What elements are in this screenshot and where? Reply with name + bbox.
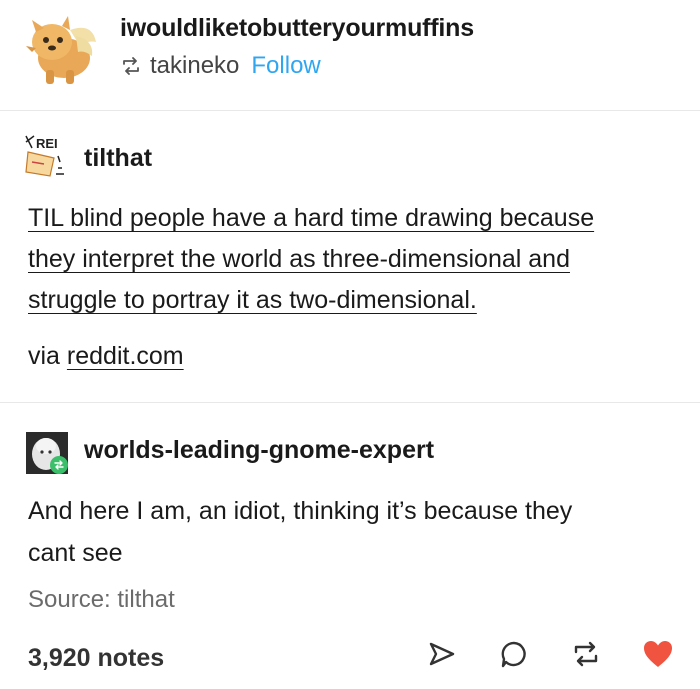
post-footer: 3,920 notes xyxy=(0,630,700,686)
share-icon xyxy=(429,642,455,666)
reblog-line: takineko Follow xyxy=(120,52,321,80)
reply-button[interactable] xyxy=(496,636,532,672)
divider xyxy=(0,402,700,403)
divider xyxy=(0,110,700,111)
follow-button[interactable]: Follow xyxy=(251,52,320,80)
via-prefix: via xyxy=(28,342,60,370)
reblog-button[interactable] xyxy=(568,636,604,672)
via-line: via reddit.com xyxy=(28,342,184,371)
reply-icon xyxy=(501,641,526,668)
gnome-text-line: cant see xyxy=(28,539,123,567)
til-post-text: TIL blind people have a hard time drawin… xyxy=(28,198,668,321)
gnome-post-text: And here I am, an idiot, thinking it’s b… xyxy=(28,490,668,574)
tilthat-name[interactable]: tilthat xyxy=(84,144,152,173)
reblog-icon xyxy=(574,641,598,667)
til-text-line[interactable]: TIL blind people have a hard time drawin… xyxy=(28,204,594,232)
gnome-avatar[interactable] xyxy=(26,432,68,474)
notes-count[interactable]: 3,920 notes xyxy=(28,644,164,673)
gnome-name[interactable]: worlds-leading-gnome-expert xyxy=(84,436,434,465)
avatar[interactable] xyxy=(22,12,104,92)
post-header: iwouldliketobutteryourmuffins takineko F… xyxy=(0,0,700,110)
like-icon xyxy=(644,641,672,667)
gnome-text-line: And here I am, an idiot, thinking it’s b… xyxy=(28,497,573,525)
til-text-line[interactable]: they interpret the world as three-dimens… xyxy=(28,245,570,273)
til-text-line[interactable]: struggle to portray it as two-dimensiona… xyxy=(28,286,477,314)
avatar-text: REI xyxy=(36,136,58,151)
tilthat-avatar[interactable]: REI xyxy=(22,132,72,182)
share-button[interactable] xyxy=(424,636,460,672)
blog-name[interactable]: iwouldliketobutteryourmuffins xyxy=(120,14,474,43)
reblog-icon xyxy=(123,57,139,75)
source-link[interactable]: Source: tilthat xyxy=(28,586,175,614)
like-button[interactable] xyxy=(640,636,676,672)
via-link[interactable]: reddit.com xyxy=(67,342,184,370)
reblogged-from-link[interactable]: takineko xyxy=(150,52,239,80)
post-actions xyxy=(424,636,676,672)
